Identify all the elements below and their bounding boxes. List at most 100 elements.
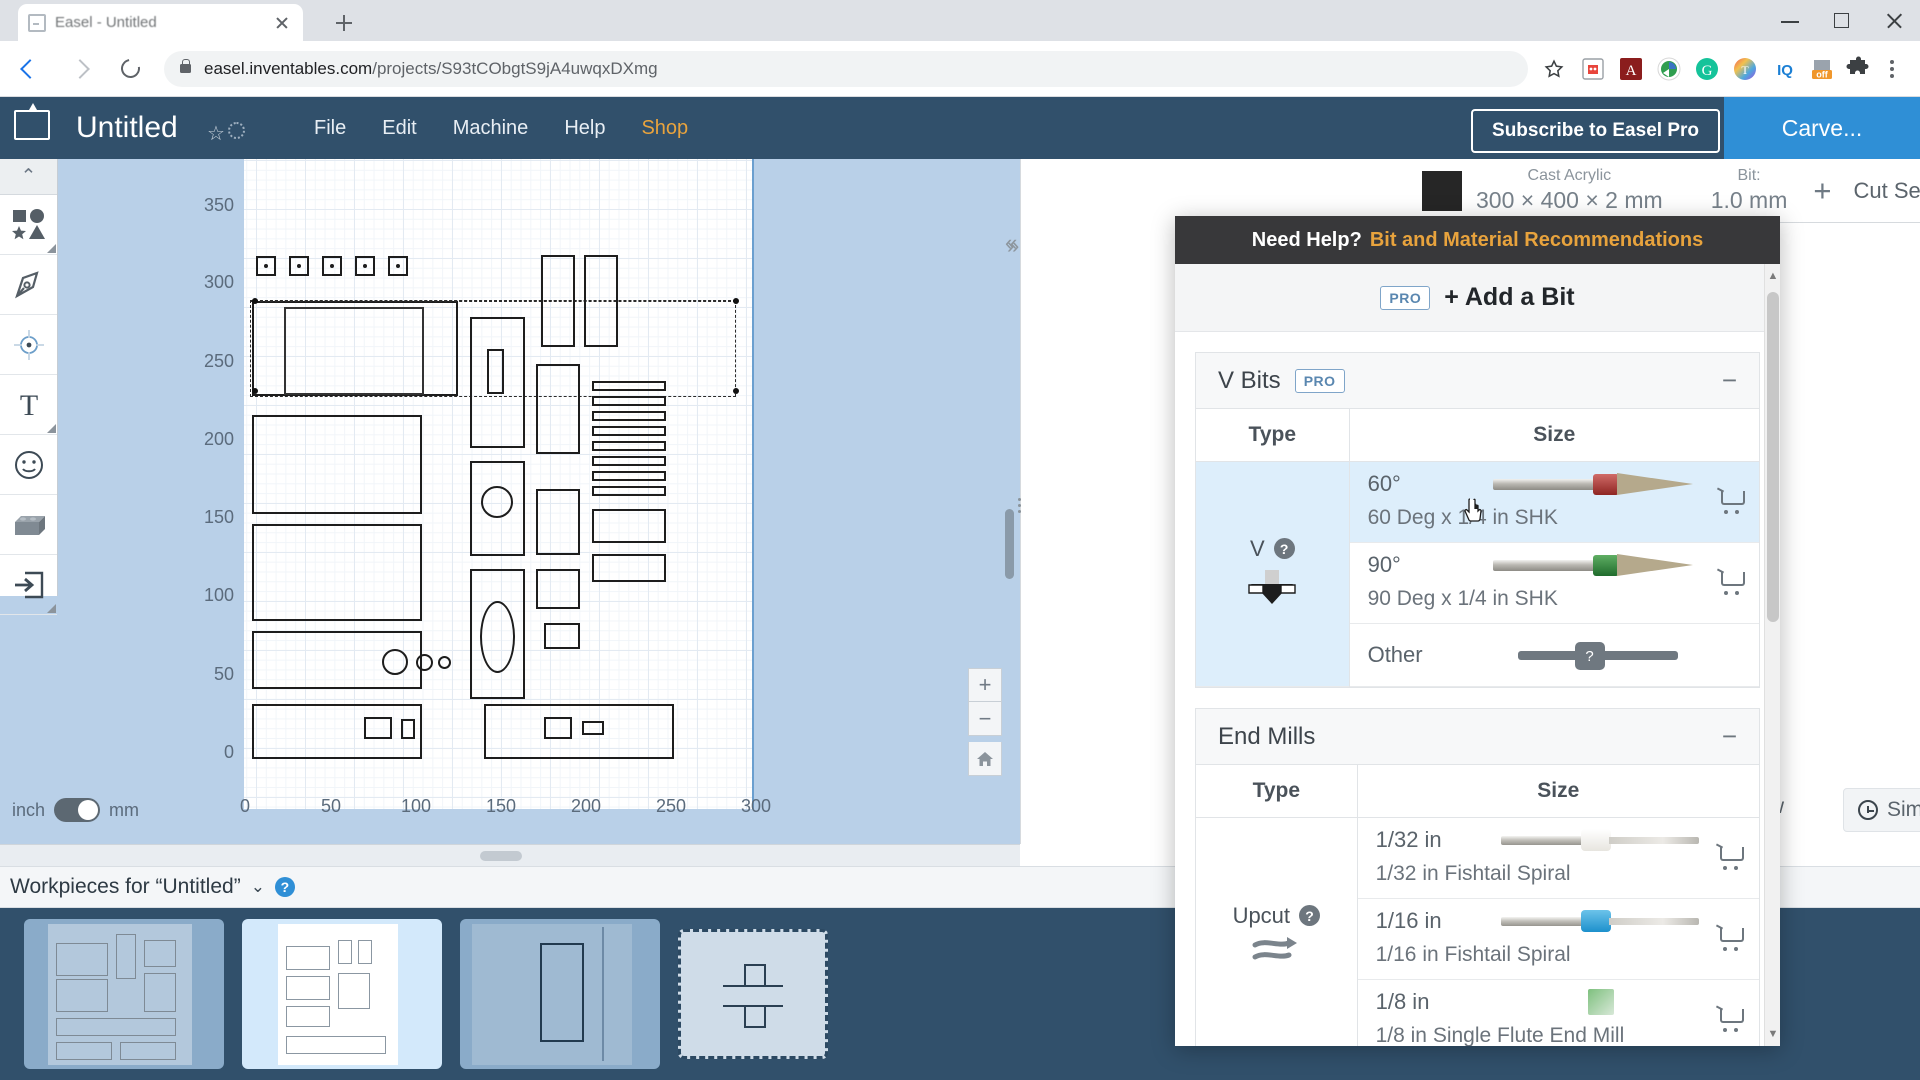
extensions-puzzle-icon[interactable]: [1846, 56, 1872, 82]
canvas-shape[interactable]: [252, 524, 422, 621]
canvas-shape[interactable]: [480, 601, 515, 673]
cart-icon[interactable]: [1716, 1007, 1744, 1032]
workpiece-thumb-2[interactable]: [242, 919, 442, 1069]
canvas-shape[interactable]: [592, 456, 666, 466]
canvas-shape[interactable]: [322, 256, 342, 276]
bookmark-star-icon[interactable]: [1536, 51, 1572, 87]
help-icon[interactable]: ?: [274, 877, 295, 897]
canvas-shape[interactable]: [544, 717, 572, 739]
apps-tool[interactable]: [0, 495, 57, 555]
pen-tool[interactable]: [0, 255, 57, 315]
canvas-shape[interactable]: [592, 471, 666, 481]
selection-handle[interactable]: [733, 298, 739, 304]
canvas-shape[interactable]: [582, 721, 604, 735]
cart-icon[interactable]: [1717, 570, 1745, 595]
new-tab-button[interactable]: [330, 9, 358, 37]
bit-picker-modal[interactable]: Need Help? Bit and Material Recommendati…: [1175, 216, 1780, 1046]
minimize-window-button[interactable]: [1764, 0, 1816, 41]
endmill-1-32-cell[interactable]: 1/32 in 1/32 in Fishtail Spiral: [1357, 818, 1701, 899]
close-tab-icon[interactable]: [271, 12, 293, 34]
help-icon[interactable]: ?: [1299, 905, 1321, 926]
design-canvas[interactable]: 350 300 250 200 150 100 50 0 0 50 100 15…: [0, 159, 1020, 844]
canvas-shape[interactable]: [388, 256, 408, 276]
canvas-shape[interactable]: [481, 486, 513, 518]
add-to-cart-cell[interactable]: [1703, 462, 1759, 543]
bit-info-button[interactable]: Bit: 1.0 mm: [1685, 159, 1814, 222]
add-to-cart-cell[interactable]: [1701, 899, 1759, 980]
cart-icon[interactable]: [1716, 926, 1744, 951]
forward-icon[interactable]: [60, 49, 100, 89]
vault-extension-icon[interactable]: [1580, 56, 1606, 82]
canvas-shape[interactable]: [364, 717, 392, 739]
add-to-cart-cell[interactable]: [1701, 818, 1759, 899]
browser-tab[interactable]: Easel - Untitled: [18, 4, 303, 41]
help-icon[interactable]: ?: [1273, 538, 1295, 559]
scroll-up-icon[interactable]: ▲: [1765, 266, 1780, 286]
favorite-star-icon[interactable]: ☆: [207, 121, 225, 146]
material-info[interactable]: Cast Acrylic 300 × 400 × 2 mm: [1476, 159, 1685, 222]
canvas-shape[interactable]: [592, 554, 666, 582]
canvas-shape[interactable]: [541, 255, 575, 347]
canvas-shape[interactable]: [289, 256, 309, 276]
v-bits-section-header[interactable]: V Bits PRO −: [1196, 353, 1759, 409]
material-swatch-button[interactable]: [1400, 159, 1476, 222]
canvas-shape[interactable]: [584, 255, 618, 347]
workpieces-resize-grip[interactable]: [480, 851, 522, 861]
menu-machine[interactable]: Machine: [435, 111, 547, 146]
adblock-off-extension-icon[interactable]: off: [1808, 56, 1834, 82]
scroll-down-icon[interactable]: ▼: [1765, 1024, 1780, 1044]
collapse-v-bits-button[interactable]: −: [1722, 365, 1737, 396]
emoji-tool[interactable]: [0, 435, 57, 495]
collapse-end-mills-button[interactable]: −: [1722, 721, 1737, 752]
bit-modal-scrollbar-thumb[interactable]: [1767, 292, 1779, 622]
canvas-shape[interactable]: [592, 426, 666, 436]
bit-modal-scroll-area[interactable]: PRO + Add a Bit V Bits PRO − Type Size V…: [1175, 264, 1780, 1046]
menu-file[interactable]: File: [296, 111, 364, 146]
canvas-shape[interactable]: [536, 489, 580, 555]
zoom-home-button[interactable]: [968, 742, 1002, 776]
canvas-shape[interactable]: [592, 411, 666, 421]
canvas-shape[interactable]: [487, 349, 504, 394]
table-row[interactable]: V ? 60° 60 Deg x 1/4 in SHK: [1196, 461, 1759, 687]
selection-handle[interactable]: [252, 388, 258, 394]
canvas-shape[interactable]: [592, 486, 666, 496]
bit-material-recommendations-link[interactable]: Bit and Material Recommendations: [1370, 229, 1703, 252]
iq-extension-icon[interactable]: IQ: [1770, 56, 1796, 82]
back-icon[interactable]: [10, 49, 50, 89]
add-bit-button[interactable]: +: [1813, 159, 1831, 222]
tool-expand-corner[interactable]: [47, 604, 56, 613]
panel-resize-handle[interactable]: [1012, 490, 1026, 520]
menu-edit[interactable]: Edit: [364, 111, 434, 146]
canvas-shape[interactable]: [592, 396, 666, 406]
canvas-shape[interactable]: [401, 719, 415, 739]
import-tool[interactable]: [0, 555, 57, 615]
zoom-out-button[interactable]: −: [968, 702, 1002, 736]
endmill-1-16-cell[interactable]: 1/16 in 1/16 in Fishtail Spiral: [1357, 899, 1701, 980]
canvas-shape[interactable]: [416, 654, 433, 671]
workpieces-resize-bar[interactable]: [0, 844, 1020, 866]
canvas-shape[interactable]: [544, 623, 580, 649]
canvas-shape[interactable]: [592, 509, 666, 543]
workpiece-thumb-3[interactable]: [460, 919, 660, 1069]
canvas-shape[interactable]: [256, 256, 276, 276]
cart-icon[interactable]: [1717, 489, 1745, 514]
maximize-window-button[interactable]: [1816, 0, 1868, 41]
v-bit-90-cell[interactable]: 90° 90 Deg x 1/4 in SHK: [1349, 543, 1703, 624]
tool-expand-corner[interactable]: [47, 244, 56, 253]
reload-icon[interactable]: [110, 49, 150, 89]
grammarly-extension-icon[interactable]: G: [1694, 56, 1720, 82]
workpiece-thumb-1[interactable]: [24, 919, 224, 1069]
cut-settings-button[interactable]: Cut Se: [1831, 159, 1920, 222]
canvas-shape[interactable]: [438, 656, 451, 669]
zoom-in-button[interactable]: +: [968, 668, 1002, 702]
text-tool[interactable]: T: [0, 375, 57, 435]
tool-expand-corner[interactable]: [47, 424, 56, 433]
add-to-cart-cell[interactable]: [1701, 980, 1759, 1047]
canvas-shape[interactable]: [382, 649, 408, 675]
canvas-shape[interactable]: [536, 364, 580, 454]
carve-button[interactable]: Carve...: [1724, 97, 1920, 159]
end-mills-section-header[interactable]: End Mills −: [1196, 709, 1759, 765]
origin-tool[interactable]: [0, 315, 57, 375]
selection-handle[interactable]: [733, 388, 739, 394]
canvas-shape[interactable]: [592, 381, 666, 391]
